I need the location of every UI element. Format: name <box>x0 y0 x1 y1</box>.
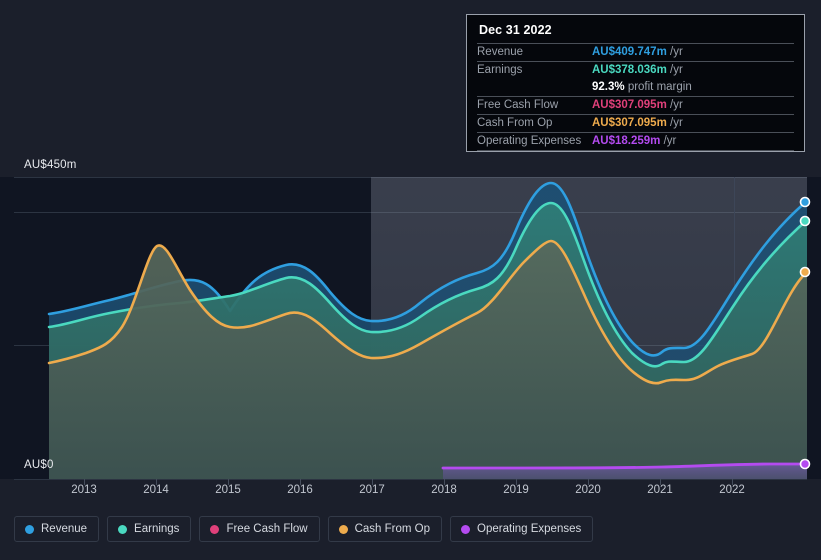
y-axis-max-label: AU$450m <box>24 159 77 171</box>
tooltip-row-earnings: Earnings AU$378.036m /yr <box>477 62 794 80</box>
tooltip-key-free-cash-flow: Free Cash Flow <box>477 97 592 115</box>
tooltip-key-cash-from-op: Cash From Op <box>477 115 592 133</box>
x-axis-label-2014: 2014 <box>143 484 169 496</box>
tooltip-row-cash-from-op: Cash From Op AU$307.095m /yr <box>477 115 794 133</box>
legend-item-cash-from-op[interactable]: Cash From Op <box>328 516 442 542</box>
legend-label-cash-from-op: Cash From Op <box>355 523 430 535</box>
tooltip-unit-free-cash-flow: /yr <box>670 99 683 111</box>
legend-label-earnings: Earnings <box>134 523 179 535</box>
tooltip-unit-earnings: /yr <box>670 64 683 76</box>
legend-item-revenue[interactable]: Revenue <box>14 516 99 542</box>
tooltip-value-cash-from-op: AU$307.095m <box>592 117 667 129</box>
tooltip-row-revenue: Revenue AU$409.747m /yr <box>477 44 794 62</box>
cash-from-op-color-dot-icon <box>339 525 348 534</box>
x-axis-label-2015: 2015 <box>215 484 241 496</box>
cash-from-op-endpoint-marker <box>801 268 810 277</box>
tooltip-profit-margin-value: 92.3% <box>592 81 625 93</box>
free-cash-flow-color-dot-icon <box>210 525 219 534</box>
tooltip-key-earnings: Earnings <box>477 62 592 80</box>
tooltip-row-operating-expenses: Operating Expenses AU$18.259m /yr <box>477 133 794 151</box>
tooltip-unit-cash-from-op: /yr <box>670 117 683 129</box>
tooltip-date: Dec 31 2022 <box>477 23 794 43</box>
revenue-color-dot-icon <box>25 525 34 534</box>
tooltip-value-free-cash-flow: AU$307.095m <box>592 99 667 111</box>
tooltip-value-revenue: AU$409.747m <box>592 46 667 58</box>
x-axis-label-2020: 2020 <box>575 484 601 496</box>
x-axis-label-2022: 2022 <box>719 484 745 496</box>
earnings-endpoint-marker <box>801 217 810 226</box>
x-axis-label-2013: 2013 <box>71 484 97 496</box>
legend-item-operating-expenses[interactable]: Operating Expenses <box>450 516 593 542</box>
x-axis-label-2019: 2019 <box>503 484 529 496</box>
financial-chart-screen: AU$450m AU$0 2013 2014 2015 2016 2017 20… <box>0 0 821 560</box>
earnings-color-dot-icon <box>118 525 127 534</box>
legend-label-operating-expenses: Operating Expenses <box>477 523 581 535</box>
tooltip-key-operating-expenses: Operating Expenses <box>477 133 592 151</box>
operating-expenses-color-dot-icon <box>461 525 470 534</box>
revenue-endpoint-marker <box>801 198 810 207</box>
x-axis-label-2017: 2017 <box>359 484 385 496</box>
tooltip-profit-margin-label: profit margin <box>628 81 692 93</box>
chart-legend: Revenue Earnings Free Cash Flow Cash Fro… <box>14 516 593 542</box>
x-axis-label-2018: 2018 <box>431 484 457 496</box>
x-axis-label-2021: 2021 <box>647 484 673 496</box>
chart-tooltip: Dec 31 2022 Revenue AU$409.747m /yr Earn… <box>466 14 805 152</box>
tooltip-row-profit-margin: 92.3% profit margin <box>477 79 794 97</box>
tooltip-metrics-table: Revenue AU$409.747m /yr Earnings AU$378.… <box>477 43 794 151</box>
tooltip-value-operating-expenses: AU$18.259m <box>592 135 660 147</box>
tooltip-unit-revenue: /yr <box>670 46 683 58</box>
y-axis-zero-label: AU$0 <box>24 459 54 471</box>
legend-label-free-cash-flow: Free Cash Flow <box>226 523 307 535</box>
legend-label-revenue: Revenue <box>41 523 87 535</box>
tooltip-key-revenue: Revenue <box>477 44 592 62</box>
legend-item-earnings[interactable]: Earnings <box>107 516 191 542</box>
tooltip-unit-operating-expenses: /yr <box>664 135 677 147</box>
x-axis-label-2016: 2016 <box>287 484 313 496</box>
tooltip-row-free-cash-flow: Free Cash Flow AU$307.095m /yr <box>477 97 794 115</box>
tooltip-value-earnings: AU$378.036m <box>592 64 667 76</box>
legend-item-free-cash-flow[interactable]: Free Cash Flow <box>199 516 319 542</box>
operating-expenses-endpoint-marker <box>801 460 810 469</box>
